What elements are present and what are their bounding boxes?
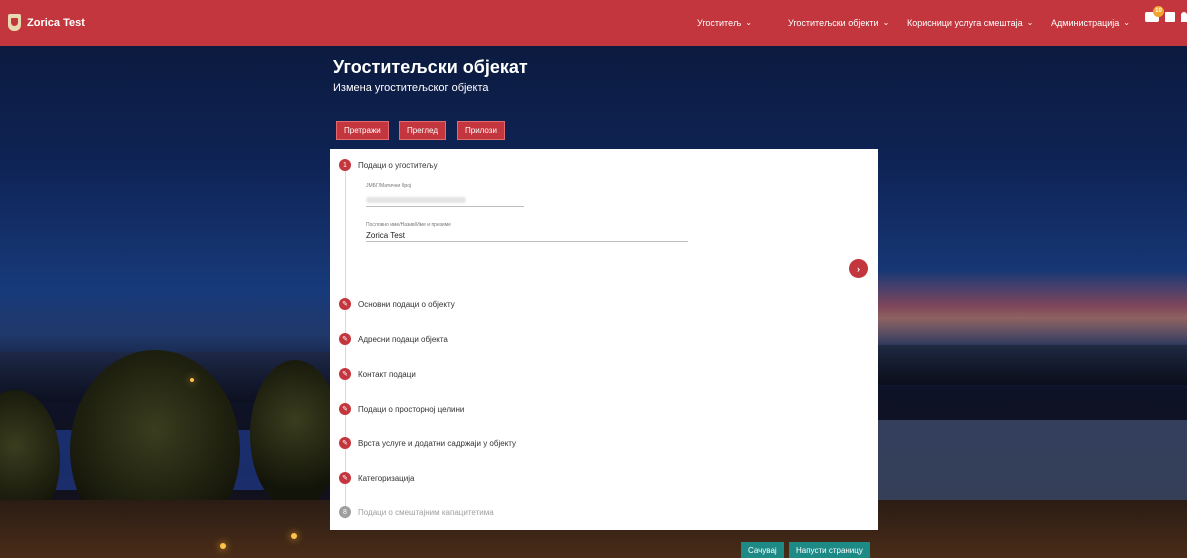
step-label: Подаци о смештајним капацитетима bbox=[358, 507, 494, 517]
step-basic-data[interactable]: ✎ Основни подаци о објекту bbox=[339, 298, 455, 310]
user-icon[interactable] bbox=[1181, 12, 1187, 22]
view-button[interactable]: Преглед bbox=[399, 121, 446, 140]
chevron-down-icon: ⌄ bbox=[1026, 17, 1034, 27]
nav-item-ugostitelj[interactable]: Угоститељ ⌄ bbox=[697, 17, 752, 29]
river-right bbox=[878, 420, 1187, 500]
leave-page-button[interactable]: Напусти страницу bbox=[789, 542, 870, 558]
street-light bbox=[190, 378, 194, 382]
nav-icons: 10 bbox=[1145, 6, 1187, 22]
step-accommodation-capacity[interactable]: 8 Подаци о смештајним капацитетима bbox=[339, 506, 494, 518]
business-name-label: Пословно име/Назив/Име и презиме bbox=[366, 222, 451, 228]
jmbg-field[interactable] bbox=[366, 206, 524, 207]
tree bbox=[250, 360, 340, 510]
serbia-crest-icon bbox=[8, 14, 21, 31]
notification-badge: 10 bbox=[1153, 6, 1164, 17]
street-light bbox=[291, 533, 297, 539]
step-contact-data[interactable]: ✎ Контакт подаци bbox=[339, 368, 416, 380]
chevron-down-icon: ⌄ bbox=[745, 17, 752, 27]
sunset-glow bbox=[860, 270, 1187, 350]
nav-item-administracija[interactable]: Администрација ⌄ bbox=[1051, 17, 1130, 29]
business-name-field[interactable] bbox=[366, 241, 688, 242]
tasks-icon[interactable] bbox=[1165, 12, 1175, 22]
step-address-data[interactable]: ✎ Адресни подаци објекта bbox=[339, 333, 448, 345]
mail-icon[interactable]: 10 bbox=[1145, 6, 1164, 22]
city-skyline-right bbox=[878, 345, 1187, 385]
nav-item-label: Администрација bbox=[1051, 18, 1120, 28]
chevron-down-icon: ⌄ bbox=[1123, 17, 1130, 27]
step-categorization[interactable]: ✎ Категоризација bbox=[339, 472, 414, 484]
step-spatial-unit[interactable]: ✎ Подаци о просторној целини bbox=[339, 403, 464, 415]
jmbg-value-blurred bbox=[366, 197, 466, 203]
business-name-value: Zorica Test bbox=[366, 231, 405, 240]
step-label: Контакт подаци bbox=[358, 369, 416, 379]
edit-icon: ✎ bbox=[339, 333, 351, 345]
page-title: Угоститељски објекат bbox=[333, 57, 528, 77]
step-label: Основни подаци о објекту bbox=[358, 299, 455, 309]
search-button[interactable]: Претражи bbox=[336, 121, 389, 140]
step-owner-data[interactable]: 1 Подаци о угоститељу bbox=[339, 159, 438, 171]
step-label: Подаци о угоститељу bbox=[358, 160, 438, 170]
brand-name: Zorica Test bbox=[27, 16, 85, 29]
jmbg-label: ЈМБГ/Матични број bbox=[366, 183, 412, 189]
step-service-type[interactable]: ✎ Врста услуге и додатни садржаји у обје… bbox=[339, 437, 516, 449]
save-button[interactable]: Сачувај bbox=[741, 542, 784, 558]
step-label: Подаци о просторној целини bbox=[358, 404, 465, 414]
edit-icon: ✎ bbox=[339, 437, 351, 449]
nav-item-label: Угоститељски објекти bbox=[788, 18, 879, 28]
stepper-card: 1 Подаци о угоститељу ЈМБГ/Матични број … bbox=[330, 149, 878, 530]
chevron-down-icon: ⌄ bbox=[882, 17, 890, 27]
nav-item-label: Корисници услуга смештаја bbox=[907, 18, 1023, 28]
attachments-button[interactable]: Прилози bbox=[457, 121, 505, 140]
step-label: Категоризација bbox=[358, 473, 415, 483]
nav-item-label: Угоститељ bbox=[697, 18, 742, 28]
edit-icon: ✎ bbox=[339, 403, 351, 415]
brand[interactable]: Zorica Test bbox=[8, 14, 85, 31]
next-step-button[interactable]: › bbox=[849, 259, 868, 278]
edit-icon: ✎ bbox=[339, 368, 351, 380]
street-light bbox=[220, 543, 226, 549]
edit-icon: ✎ bbox=[339, 298, 351, 310]
step-number: 8 bbox=[339, 506, 351, 518]
top-navbar: Zorica Test Угоститељ ⌄ Угоститељски обј… bbox=[0, 0, 1187, 46]
page-subtitle: Измена угоститељског објекта bbox=[333, 82, 489, 94]
nav-item-ugostiteljski-objekti[interactable]: Угоститељски објекти ⌄ bbox=[788, 17, 890, 29]
step-number: 1 bbox=[339, 159, 351, 171]
nav-item-korisnici-usluga[interactable]: Корисници услуга смештаја ⌄ bbox=[907, 17, 1034, 29]
edit-icon: ✎ bbox=[339, 472, 351, 484]
step-label: Адресни подаци објекта bbox=[358, 334, 448, 344]
step-label: Врста услуге и додатни садржаји у објект… bbox=[358, 438, 517, 448]
